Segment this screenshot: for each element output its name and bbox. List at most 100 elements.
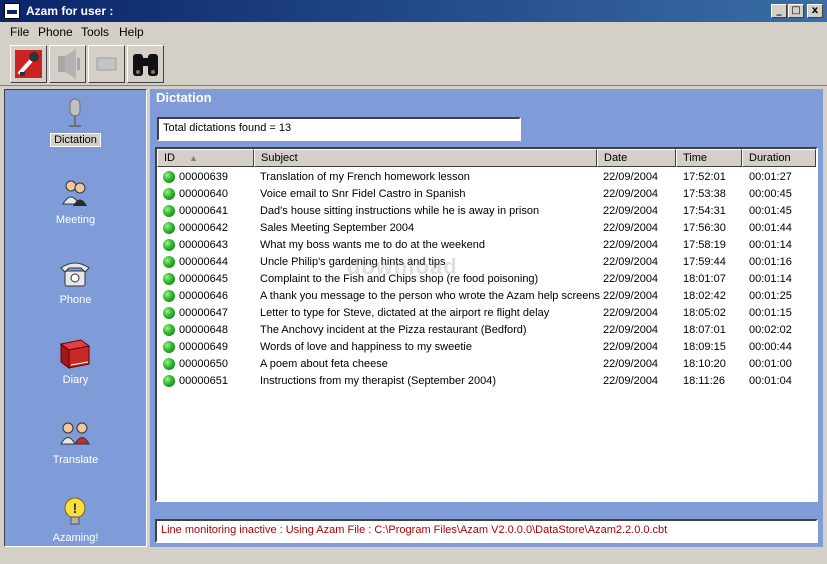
cell-id: 00000640: [179, 188, 228, 200]
book-icon: [59, 339, 91, 369]
table-row[interactable]: 00000648 The Anchovy incident at the Pizz…: [157, 322, 816, 339]
cell-subject: Voice email to Snr Fidel Castro in Spani…: [260, 188, 466, 200]
sidebar-item-diary[interactable]: Diary: [5, 336, 146, 406]
cell-id: 00000644: [179, 256, 228, 268]
status-dot-icon: [163, 256, 175, 268]
microphone-icon: [69, 98, 81, 127]
speaker-icon: [58, 49, 80, 79]
table-row[interactable]: 00000639 Translation of my French homewor…: [157, 169, 816, 186]
table-row[interactable]: 00000645 Complaint to the Fish and Chips …: [157, 271, 816, 288]
cell-date: 22/09/2004: [603, 188, 659, 200]
column-header-duration[interactable]: Duration: [742, 149, 816, 167]
dictation-list[interactable]: ID ▲ Subject Date Time Duration 00000639 T…: [155, 147, 818, 502]
table-row[interactable]: 00000642 Sales Meeting September 2004 22/0…: [157, 220, 816, 237]
cell-subject: A thank you message to the person who wr…: [260, 290, 600, 302]
menu-phone[interactable]: Phone: [38, 25, 73, 39]
status-dot-icon: [163, 307, 175, 319]
sidebar-item-label: Diary: [62, 374, 89, 386]
sidebar: Dictation Meeting Phone Diary Translate …: [4, 89, 147, 547]
cell-subject: Dad's house sitting instructions while h…: [260, 205, 540, 217]
cell-duration: 00:01:15: [749, 307, 792, 319]
table-row[interactable]: 00000651 Instructions from my therapist (…: [157, 373, 816, 390]
main-panel: Dictation Total dictations found = 13 ID…: [150, 89, 823, 547]
table-row[interactable]: 00000644 Uncle Philip's gardening hints a…: [157, 254, 816, 271]
cell-date: 22/09/2004: [603, 341, 659, 353]
cell-subject: The Anchovy incident at the Pizza restau…: [260, 324, 527, 336]
blank-icon: [96, 57, 117, 71]
record-microphone-icon: [15, 50, 42, 78]
watermark: download: [347, 254, 458, 279]
cell-time: 17:56:30: [683, 222, 726, 234]
cell-duration: 00:00:44: [749, 341, 792, 353]
cell-id: 00000641: [179, 205, 228, 217]
cell-subject: What my boss wants me to do at the weeke…: [260, 239, 486, 251]
cell-time: 17:53:38: [683, 188, 726, 200]
cell-date: 22/09/2004: [603, 205, 659, 217]
cell-duration: 00:01:00: [749, 358, 792, 370]
cell-subject: Sales Meeting September 2004: [260, 222, 415, 234]
sidebar-item-dictation[interactable]: Dictation: [5, 96, 146, 166]
table-row[interactable]: 00000640 Voice email to Snr Fidel Castro …: [157, 186, 816, 203]
table-row[interactable]: 00000643 What my boss wants me to do at t…: [157, 237, 816, 254]
blank-button[interactable]: [88, 45, 125, 83]
cell-time: 18:02:42: [683, 290, 726, 302]
table-row[interactable]: 00000647 Letter to type for Steve, dictat…: [157, 305, 816, 322]
cell-id: 00000646: [179, 290, 228, 302]
menu-bar: File Phone Tools Help: [0, 22, 827, 42]
cell-time: 18:01:07: [683, 273, 726, 285]
table-row[interactable]: 00000649 Words of love and happiness to m…: [157, 339, 816, 356]
menu-tools[interactable]: Tools: [81, 25, 109, 39]
list-header: ID ▲ Subject Date Time Duration: [157, 149, 816, 167]
cell-id: 00000647: [179, 307, 228, 319]
status-bar: Line monitoring inactive : Using Azam Fi…: [155, 519, 818, 543]
svg-text:!: !: [73, 500, 78, 516]
cell-time: 17:58:19: [683, 239, 726, 251]
column-header-date[interactable]: Date: [597, 149, 676, 167]
column-header-time[interactable]: Time: [676, 149, 742, 167]
cell-subject: Instructions from my therapist (Septembe…: [260, 375, 496, 387]
close-button[interactable]: x: [807, 4, 823, 18]
find-button[interactable]: [127, 45, 164, 83]
cell-date: 22/09/2004: [603, 375, 659, 387]
speaker-button[interactable]: [49, 45, 86, 83]
telephone-icon: [60, 262, 90, 287]
menu-help[interactable]: Help: [119, 25, 144, 39]
cell-id: 00000651: [179, 375, 228, 387]
cell-duration: 00:01:04: [749, 375, 792, 387]
sidebar-item-translate[interactable]: Translate: [5, 416, 146, 486]
sidebar-item-label: Meeting: [55, 214, 96, 226]
toolbar: [0, 42, 827, 86]
table-row[interactable]: 00000650 A poem about feta cheese 22/09/20…: [157, 356, 816, 373]
cell-time: 17:52:01: [683, 171, 726, 183]
cell-date: 22/09/2004: [603, 273, 659, 285]
sidebar-item-meeting[interactable]: Meeting: [5, 176, 146, 246]
cell-date: 22/09/2004: [603, 239, 659, 251]
status-dot-icon: [163, 290, 175, 302]
column-header-subject[interactable]: Subject: [254, 149, 597, 167]
cell-duration: 00:01:25: [749, 290, 792, 302]
title-bar: Azam for user : _ □ x: [0, 0, 827, 22]
sidebar-item-label: Azaming!: [52, 532, 99, 544]
record-button[interactable]: [10, 45, 47, 83]
column-header-id[interactable]: ID ▲: [157, 149, 254, 167]
people-icon: [62, 180, 87, 206]
menu-file[interactable]: File: [10, 25, 29, 39]
sidebar-item-label: Translate: [52, 454, 99, 466]
status-dot-icon: [163, 324, 175, 336]
cell-time: 17:59:44: [683, 256, 726, 268]
status-dot-icon: [163, 375, 175, 387]
maximize-button[interactable]: □: [788, 4, 804, 18]
table-row[interactable]: 00000641 Dad's house sitting instructions…: [157, 203, 816, 220]
cell-subject: Letter to type for Steve, dictated at th…: [260, 307, 550, 319]
cell-time: 18:11:26: [683, 375, 726, 387]
status-dot-icon: [163, 358, 175, 370]
cell-date: 22/09/2004: [603, 307, 659, 319]
sidebar-item-azaming[interactable]: ! Azaming!: [5, 494, 146, 564]
window-title: Azam for user :: [26, 4, 114, 18]
cell-id: 00000645: [179, 273, 228, 285]
sidebar-item-phone[interactable]: Phone: [5, 256, 146, 326]
cell-date: 22/09/2004: [603, 324, 659, 336]
dictation-count: Total dictations found = 13: [157, 117, 521, 141]
table-row[interactable]: 00000646 A thank you message to the perso…: [157, 288, 816, 305]
minimize-button[interactable]: _: [771, 4, 787, 18]
